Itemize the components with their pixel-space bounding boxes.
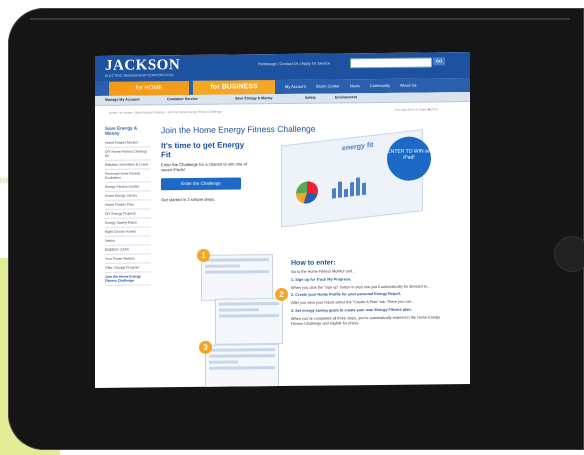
- sidebar-item[interactable]: Home Energy Library: [105, 191, 151, 201]
- subnav-customer-service[interactable]: Customer Service: [167, 97, 198, 101]
- step-3-link[interactable]: 3. Set energy saving goals to create you…: [291, 307, 441, 313]
- search-go-button[interactable]: GO: [433, 57, 445, 66]
- step-1-text: When you click the "sign up" button in s…: [291, 284, 431, 290]
- promo-heading: It's time to get Energy Fit: [161, 140, 245, 160]
- sidebar-item[interactable]: Filter Change Program: [105, 263, 151, 273]
- nav-links: My Account Storm Center News Community A…: [285, 83, 425, 89]
- tab-home[interactable]: for HOME: [109, 80, 189, 96]
- nav-about-us[interactable]: About Us: [400, 83, 416, 88]
- steps-note: Get started in 3 simple steps.: [161, 196, 216, 203]
- step-screenshot: [205, 344, 279, 388]
- sidebar-item[interactable]: Home Fitness Monitor: [105, 138, 151, 148]
- step-screenshots: 1 2 3: [197, 248, 288, 388]
- sidebar-item[interactable]: Energy Fitness Guides: [105, 182, 151, 192]
- subnav-save-energy[interactable]: Save Energy & Money: [235, 96, 273, 100]
- nav-my-account[interactable]: My Account: [285, 84, 306, 89]
- nav-community[interactable]: Community: [370, 83, 390, 88]
- sidebar-item[interactable]: Personal Home Fitness Evaluation: [105, 169, 151, 183]
- step-screenshot: [201, 254, 273, 301]
- howto-title: How to enter:: [291, 259, 336, 267]
- energy-fit-logo: energy fit: [342, 141, 374, 153]
- sidebar-item[interactable]: Rebates, Incentives & Loans: [105, 160, 151, 170]
- sidebar-item[interactable]: DIY Energy Projects: [105, 209, 151, 219]
- step-2-text: After you view your report select the "C…: [291, 299, 415, 306]
- step-3-text: When you've completed all three steps, y…: [291, 315, 441, 326]
- step-2-link[interactable]: 2. Create your Home Profile for your per…: [291, 292, 441, 298]
- site-header: JACKSON ELECTRIC MEMBERSHIP CORPORATION …: [95, 52, 470, 82]
- sidebar-title[interactable]: Save Energy & Money: [105, 125, 151, 136]
- sidebar: Save Energy & Money Home Fitness Monitor…: [105, 125, 151, 286]
- sidebar-item-active[interactable]: Join the Home Energy Fitness Challenge: [105, 272, 151, 286]
- bar-chart-image: [332, 176, 368, 199]
- nav-storm-center[interactable]: Storm Center: [316, 83, 340, 88]
- sidebar-item[interactable]: Your Power Matters: [105, 254, 151, 264]
- main-content: Join the Home Energy Fitness Challenge I…: [161, 122, 461, 388]
- home-button[interactable]: [554, 236, 584, 272]
- search-input[interactable]: [350, 57, 432, 69]
- step-number-badge: 2: [275, 287, 288, 302]
- logo-subtitle: ELECTRIC MEMBERSHIP CORPORATION: [105, 73, 174, 78]
- nav-news[interactable]: News: [350, 83, 360, 88]
- top-links[interactable]: Homepage | Contact Us | Apply for Servic…: [258, 62, 330, 67]
- how-to-enter: How to enter: Go to the Home Fitness Mon…: [291, 258, 441, 326]
- sidebar-item[interactable]: DIY Home Fitness Checkup Kit: [105, 147, 151, 161]
- tablet-screen: JACKSON ELECTRIC MEMBERSHIP CORPORATION …: [95, 52, 470, 388]
- step-number-badge: 1: [197, 248, 210, 262]
- step-1-link[interactable]: 1. Sign up for Track My Progress.: [291, 276, 441, 282]
- tablet-edge: [30, 18, 570, 20]
- sidebar-item[interactable]: Home Fitness Plan: [105, 200, 151, 210]
- pie-chart-image: [296, 180, 318, 205]
- enter-challenge-button[interactable]: Enter the Challenge: [161, 177, 241, 191]
- howto-intro: Go to the Home Fitness Monitor and...: [291, 269, 356, 274]
- subnav-environment[interactable]: Environment: [335, 95, 357, 99]
- enter-to-win-badge[interactable]: ENTER TO WIN an iPad!: [387, 136, 431, 181]
- promo-text: Enter the Challenge for a chance to win …: [161, 161, 248, 173]
- step-number-badge: 3: [199, 340, 212, 354]
- breadcrumb[interactable]: Home › for Home › Save Energy & Money › …: [109, 110, 222, 115]
- step-screenshot: [215, 297, 283, 345]
- sidebar-item[interactable]: Right Choice Homes: [105, 227, 151, 237]
- sidebar-item[interactable]: Energy Saving Rates: [105, 218, 151, 228]
- tab-business[interactable]: for BUSINESS: [193, 80, 275, 95]
- subnav-safety[interactable]: Safety: [305, 96, 316, 100]
- sidebar-item[interactable]: ENERGY STAR: [105, 245, 151, 255]
- page-tools[interactable]: Text Size A A A ✉ Share 🖶 Print: [395, 107, 438, 112]
- promo-block: It's time to get Energy Fit Enter the Ch…: [161, 140, 253, 202]
- sidebar-item[interactable]: Vektra: [105, 236, 151, 246]
- subnav-manage-account[interactable]: Manage My Account: [105, 97, 140, 101]
